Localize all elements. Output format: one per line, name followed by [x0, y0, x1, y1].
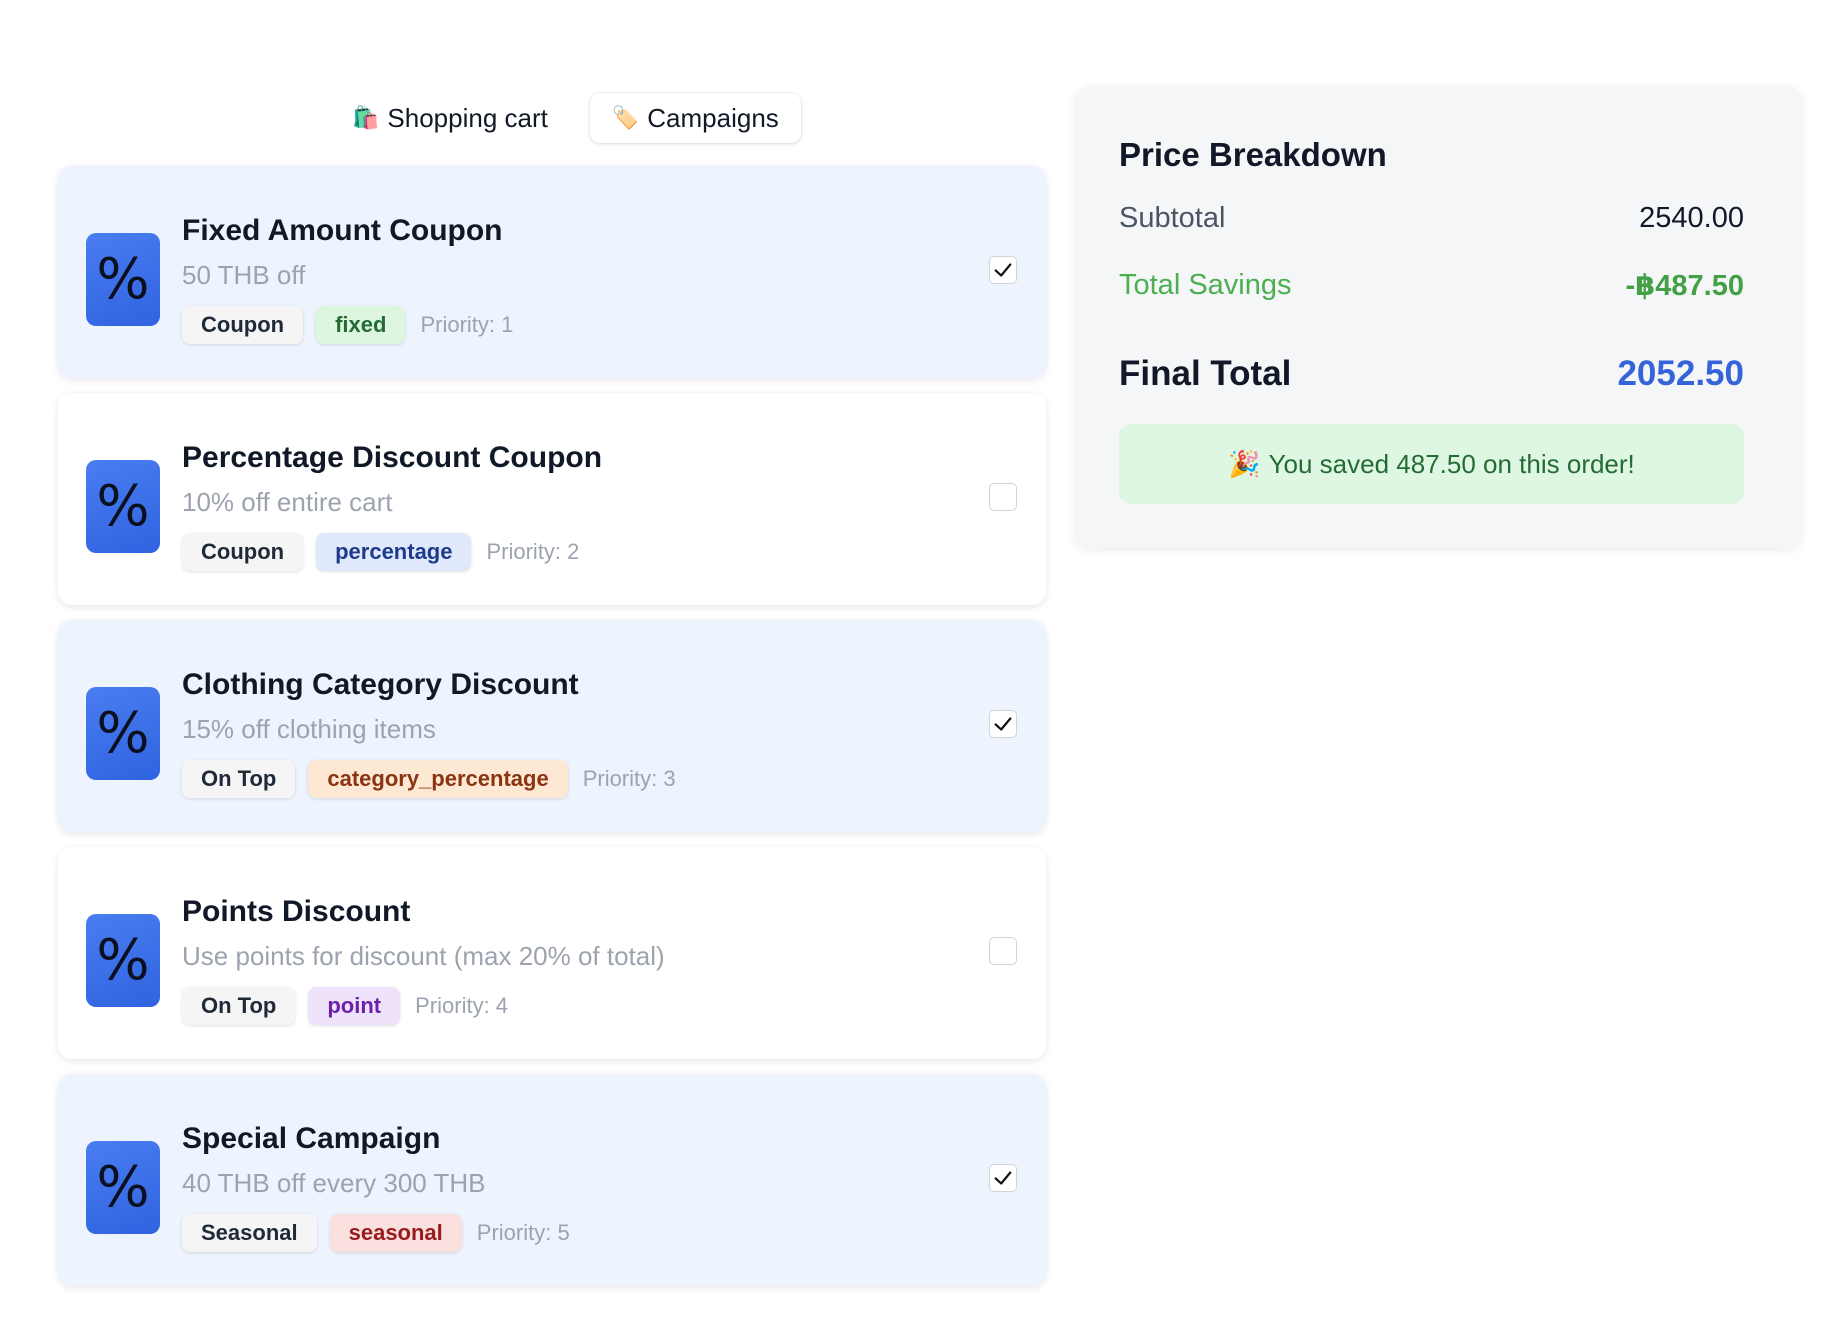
percent-icon: % — [86, 460, 160, 553]
campaign-card[interactable]: % Fixed Amount Coupon 50 THB off Coupon … — [58, 166, 1046, 378]
shopping-bag-icon: 🛍️ — [352, 105, 380, 130]
campaign-type-tag: category_percentage — [308, 760, 568, 798]
final-total-label: Final Total — [1119, 354, 1292, 393]
campaign-priority: Priority: 5 — [476, 1220, 570, 1245]
campaign-category-tag: On Top — [182, 760, 296, 798]
campaign-checkbox[interactable] — [989, 1164, 1017, 1192]
savings-value: -฿487.50 — [1625, 270, 1744, 302]
campaign-list: % Fixed Amount Coupon 50 THB off Coupon … — [58, 166, 1046, 1301]
price-breakdown-title: Price Breakdown — [1119, 136, 1387, 173]
campaign-priority: Priority: 3 — [582, 766, 676, 791]
campaign-title: Fixed Amount Coupon — [182, 214, 503, 247]
campaign-category-tag: Coupon — [182, 533, 304, 571]
campaign-category-tag: Seasonal — [182, 1214, 317, 1252]
campaign-type-tag: seasonal — [329, 1214, 462, 1252]
party-popper-icon: 🎉 — [1228, 448, 1261, 479]
tab-campaigns-label: Campaigns — [647, 102, 779, 133]
campaign-type-tag: percentage — [316, 533, 472, 571]
savings-row: Total Savings -฿487.50 — [1119, 268, 1744, 303]
checkmark-icon — [994, 1171, 1012, 1185]
campaign-type-tag: fixed — [316, 306, 406, 344]
subtotal-row: Subtotal 2540.00 — [1119, 202, 1744, 235]
campaign-description: 50 THB off — [182, 260, 306, 290]
tag-icon: 🏷️ — [611, 105, 640, 130]
savings-label: Total Savings — [1119, 269, 1292, 301]
tab-campaigns[interactable]: 🏷️ Campaigns — [589, 93, 801, 143]
campaign-title: Special Campaign — [182, 1122, 441, 1155]
checkmark-icon — [994, 717, 1012, 731]
campaign-description: 15% off clothing items — [182, 714, 436, 744]
percent-icon: % — [86, 1141, 160, 1234]
campaign-title: Clothing Category Discount — [182, 668, 579, 701]
campaign-title: Points Discount — [182, 895, 411, 928]
subtotal-label: Subtotal — [1119, 202, 1226, 234]
campaign-card[interactable]: % Special Campaign 40 THB off every 300 … — [58, 1074, 1046, 1286]
campaign-card[interactable]: % Points Discount Use points for discoun… — [58, 847, 1046, 1059]
campaign-category-tag: On Top — [182, 987, 296, 1025]
tab-shopping-cart[interactable]: 🛍️ Shopping cart — [330, 93, 570, 143]
savings-message: You saved 487.50 on this order! — [1268, 448, 1635, 479]
campaign-checkbox[interactable] — [989, 937, 1017, 965]
price-breakdown-panel: Price Breakdown Subtotal 2540.00 Total S… — [1075, 86, 1802, 548]
campaign-type-tag: point — [308, 987, 401, 1025]
percent-icon: % — [86, 914, 160, 1007]
campaign-card[interactable]: % Clothing Category Discount 15% off clo… — [58, 620, 1046, 832]
campaign-checkbox[interactable] — [989, 710, 1017, 738]
checkmark-icon — [994, 263, 1012, 277]
campaign-description: 40 THB off every 300 THB — [182, 1168, 486, 1198]
tab-bar: 🛍️ Shopping cart 🏷️ Campaigns — [330, 92, 801, 144]
campaign-priority: Priority: 2 — [486, 539, 580, 564]
campaign-title: Percentage Discount Coupon — [182, 441, 603, 474]
subtotal-value: 2540.00 — [1639, 202, 1744, 234]
campaign-checkbox[interactable] — [989, 483, 1017, 511]
campaign-card[interactable]: % Percentage Discount Coupon 10% off ent… — [58, 393, 1046, 605]
campaign-category-tag: Coupon — [182, 306, 304, 344]
campaign-priority: Priority: 4 — [415, 993, 509, 1018]
percent-icon: % — [86, 687, 160, 780]
campaign-priority: Priority: 1 — [420, 312, 514, 337]
final-total-row: Final Total 2052.50 — [1119, 354, 1744, 394]
percent-icon: % — [86, 233, 160, 326]
campaign-description: Use points for discount (max 20% of tota… — [182, 941, 665, 971]
campaign-description: 10% off entire cart — [182, 487, 393, 517]
final-total-value: 2052.50 — [1617, 354, 1744, 393]
tab-shopping-cart-label: Shopping cart — [387, 102, 548, 133]
campaign-checkbox[interactable] — [989, 256, 1017, 284]
savings-banner: 🎉 You saved 487.50 on this order! — [1119, 424, 1744, 504]
